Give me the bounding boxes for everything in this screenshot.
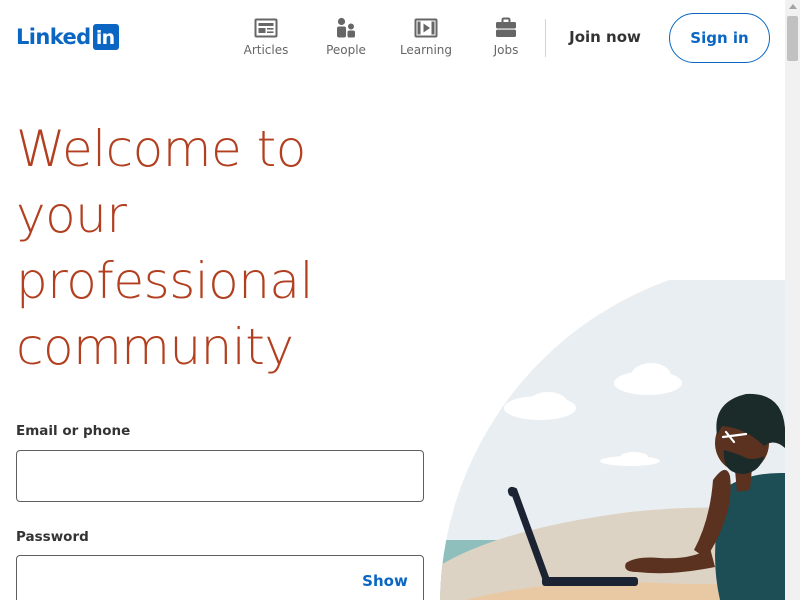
- sign-in-button[interactable]: Sign in: [669, 13, 770, 63]
- articles-icon: [254, 18, 278, 38]
- join-now-button[interactable]: Join now: [560, 20, 650, 54]
- nav-people-label: People: [326, 43, 366, 57]
- hero-headline: Welcome to your professional community: [16, 116, 456, 380]
- email-input[interactable]: [16, 450, 424, 502]
- nav-people[interactable]: People: [306, 16, 386, 60]
- people-icon: [337, 17, 355, 38]
- nav-learning[interactable]: Learning: [386, 16, 466, 60]
- page-scrollbar[interactable]: [785, 0, 800, 600]
- password-label: Password: [16, 529, 89, 545]
- nav-articles-label: Articles: [243, 43, 289, 57]
- linkedin-guest-homepage: Linked in Articles People Learning Jobs …: [0, 0, 800, 600]
- logo-wordmark: Linked: [16, 25, 91, 49]
- hero-headline-line: your: [16, 186, 127, 244]
- nav-articles[interactable]: Articles: [226, 16, 306, 60]
- logo-in-box: in: [92, 24, 119, 50]
- scrollbar-thumb[interactable]: [787, 16, 798, 61]
- briefcase-icon: [496, 17, 516, 37]
- email-label: Email or phone: [16, 423, 131, 439]
- learning-icon: [414, 18, 438, 38]
- show-password-button[interactable]: Show: [352, 568, 418, 594]
- hero-headline-line: professional: [16, 252, 313, 310]
- hero-headline-line: Welcome to: [16, 120, 306, 178]
- nav-jobs-label: Jobs: [493, 43, 519, 57]
- nav-learning-label: Learning: [399, 43, 453, 57]
- nav-divider: [545, 19, 546, 57]
- hero-headline-line: community: [16, 318, 294, 376]
- scroll-up-arrow-icon[interactable]: [789, 4, 797, 9]
- hero-illustration: [440, 280, 785, 600]
- linkedin-logo[interactable]: Linked in: [16, 24, 119, 50]
- nav-jobs[interactable]: Jobs: [466, 16, 546, 60]
